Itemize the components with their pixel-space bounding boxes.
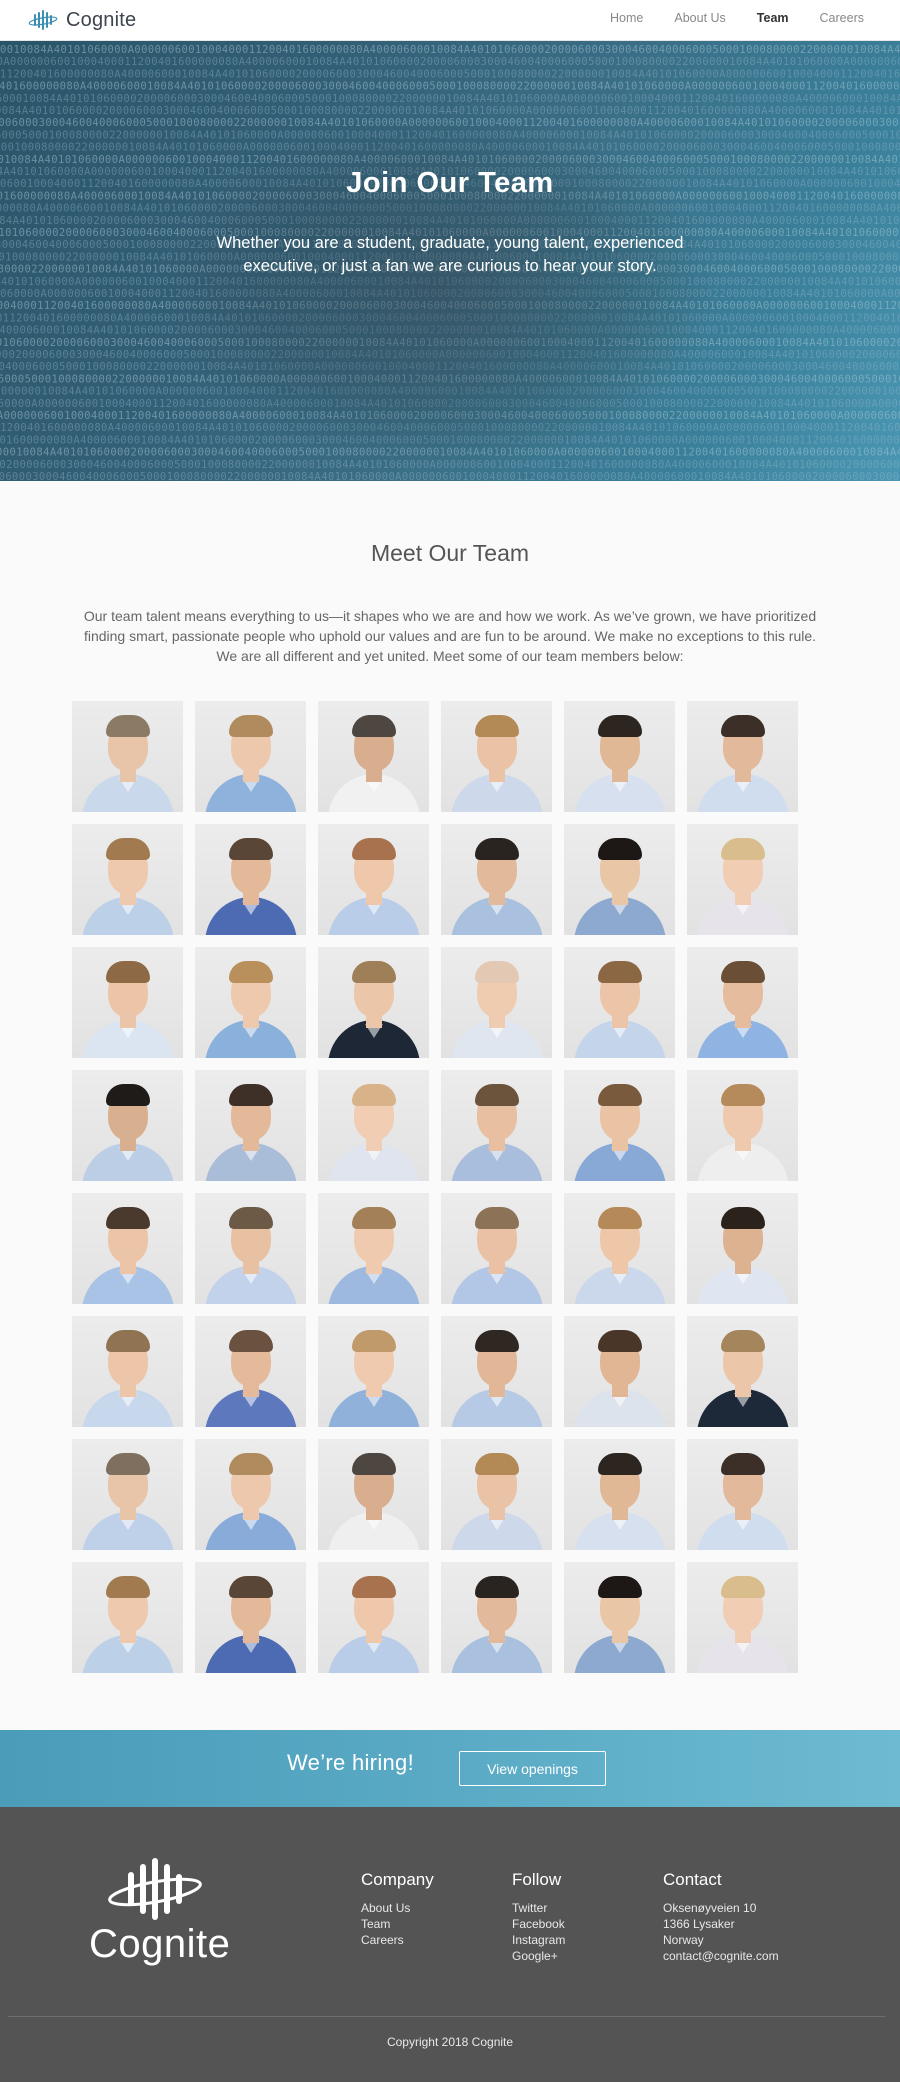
team-member-photo [72, 947, 183, 1058]
team-member-photo [195, 824, 306, 935]
team-member-photo [687, 701, 798, 812]
hero-portrait-shadow [160, 111, 720, 471]
hero-title: Join Our Team [346, 167, 554, 199]
svg-text:0010084A40101060000A0000006001: 0010084A40101060000A00000060010004000112… [0, 44, 900, 56]
footer-link-careers[interactable]: Careers [361, 1932, 434, 1948]
team-member-photo [687, 947, 798, 1058]
team-member-photo [441, 701, 552, 812]
team-member-photo [195, 1070, 306, 1181]
team-member-photo [72, 1193, 183, 1304]
team-member-photo [195, 1316, 306, 1427]
team-member-photo [72, 1070, 183, 1181]
team-member-photo [441, 1070, 552, 1181]
team-member-photo [318, 1316, 429, 1427]
footer-link-googleplus[interactable]: Google+ [512, 1948, 565, 1964]
team-member-photo [318, 1193, 429, 1304]
team-member-photo [687, 1193, 798, 1304]
team-member-photo [318, 701, 429, 812]
nav-links: Home About Us Team Careers [579, 0, 864, 36]
team-member-photo [318, 1439, 429, 1550]
team-intro-text: Our team talent means everything to us—i… [83, 608, 817, 664]
top-navbar: Cognite Home About Us Team Careers [0, 0, 900, 41]
team-member-photo [195, 947, 306, 1058]
team-member-photo [195, 1439, 306, 1550]
team-member-photo [687, 1562, 798, 1673]
team-member-photo [72, 1439, 183, 1550]
team-member-photo [564, 1316, 675, 1427]
team-member-photo [441, 1562, 552, 1673]
team-member-photo [195, 1562, 306, 1673]
footer-follow-title: Follow [512, 1870, 562, 1889]
brand-logo-link[interactable]: Cognite [28, 6, 136, 34]
footer-link-twitter[interactable]: Twitter [512, 1900, 565, 1916]
team-section-title: Meet Our Team [370, 540, 530, 566]
footer-company-column: Company About Us Team Careers [361, 1870, 434, 1948]
footer-contact-email-link[interactable]: contact@cognite.com [663, 1948, 779, 1964]
footer-link-instagram[interactable]: Instagram [512, 1932, 565, 1948]
hiring-text: We’re hiring! [287, 1750, 414, 1775]
hero-subtitle: Whether you are a student, graduate, you… [216, 234, 684, 275]
team-member-photo [318, 824, 429, 935]
team-photo-grid [72, 701, 799, 1673]
team-member-photo [564, 824, 675, 935]
footer-link-facebook[interactable]: Facebook [512, 1916, 565, 1932]
footer-contact-title: Contact [663, 1870, 722, 1889]
hiring-banner: We’re hiring! View openings [0, 1730, 900, 1807]
hero-banner: 0010084A40101060000A00000060010004000112… [0, 41, 900, 481]
footer: Cognite Company About Us Team Careers Fo… [0, 1807, 900, 2082]
footer-contact-column: Contact Oksenøyveien 10 1366 Lysaker Nor… [663, 1870, 779, 1964]
team-member-photo [72, 1316, 183, 1427]
team-member-photo [318, 1070, 429, 1181]
team-member-photo [687, 1070, 798, 1181]
team-member-photo [564, 1562, 675, 1673]
team-member-photo [441, 824, 552, 935]
team-member-photo [564, 947, 675, 1058]
footer-link-about-us[interactable]: About Us [361, 1900, 434, 1916]
svg-text:060000A00000060010004000112004: 060000A000000600100040001120040160000008… [0, 56, 900, 68]
team-member-photo [687, 824, 798, 935]
cognite-footer-logo-icon [108, 1858, 202, 1920]
footer-copyright: Copyright 2018 Cognite [386, 2035, 514, 2049]
footer-link-team[interactable]: Team [361, 1916, 434, 1932]
team-member-photo [564, 1193, 675, 1304]
svg-text:020000600030004600400060005000: 0200006000300046004000600050001000800002… [0, 471, 900, 481]
team-member-photo [441, 1193, 552, 1304]
nav-link-team[interactable]: Team [757, 11, 789, 25]
footer-address-city: 1366 Lysaker [663, 1917, 735, 1931]
svg-text:200401600000080A40000600010084: 200401600000080A40000600010084A401010600… [0, 81, 900, 93]
team-member-photo [195, 701, 306, 812]
team-member-photo [195, 1193, 306, 1304]
team-member-photo [441, 947, 552, 1058]
team-member-photo [687, 1316, 798, 1427]
team-member-photo [318, 1562, 429, 1673]
nav-link-careers[interactable]: Careers [820, 11, 864, 25]
team-member-photo [441, 1316, 552, 1427]
nav-link-about-us[interactable]: About Us [674, 11, 725, 25]
team-member-photo [564, 701, 675, 812]
team-member-photo [564, 1439, 675, 1550]
footer-address-street: Oksenøyveien 10 [663, 1901, 757, 1915]
svg-text:80A40000600010084A401010600002: 80A40000600010084A4010106000020000600030… [0, 93, 900, 105]
view-openings-button[interactable]: View openings [459, 1751, 606, 1786]
svg-text:6001000400011200401600000080A4: 6001000400011200401600000080A40000600010… [0, 68, 900, 80]
footer-follow-column: Follow Twitter Facebook Instagram Google… [512, 1870, 565, 1964]
team-member-photo [564, 1070, 675, 1181]
nav-link-home[interactable]: Home [610, 11, 643, 25]
cognite-logo-icon [28, 10, 58, 30]
team-member-photo [441, 1439, 552, 1550]
team-member-photo [72, 701, 183, 812]
footer-address-country: Norway [663, 1933, 704, 1947]
brand-name: Cognite [66, 8, 137, 31]
footer-company-title: Company [361, 1870, 434, 1889]
team-member-photo [318, 947, 429, 1058]
team-member-photo [72, 1562, 183, 1673]
footer-divider [8, 2016, 885, 2017]
team-member-photo [687, 1439, 798, 1550]
team-member-photo [72, 824, 183, 935]
footer-brand-name: Cognite [89, 1922, 231, 1966]
